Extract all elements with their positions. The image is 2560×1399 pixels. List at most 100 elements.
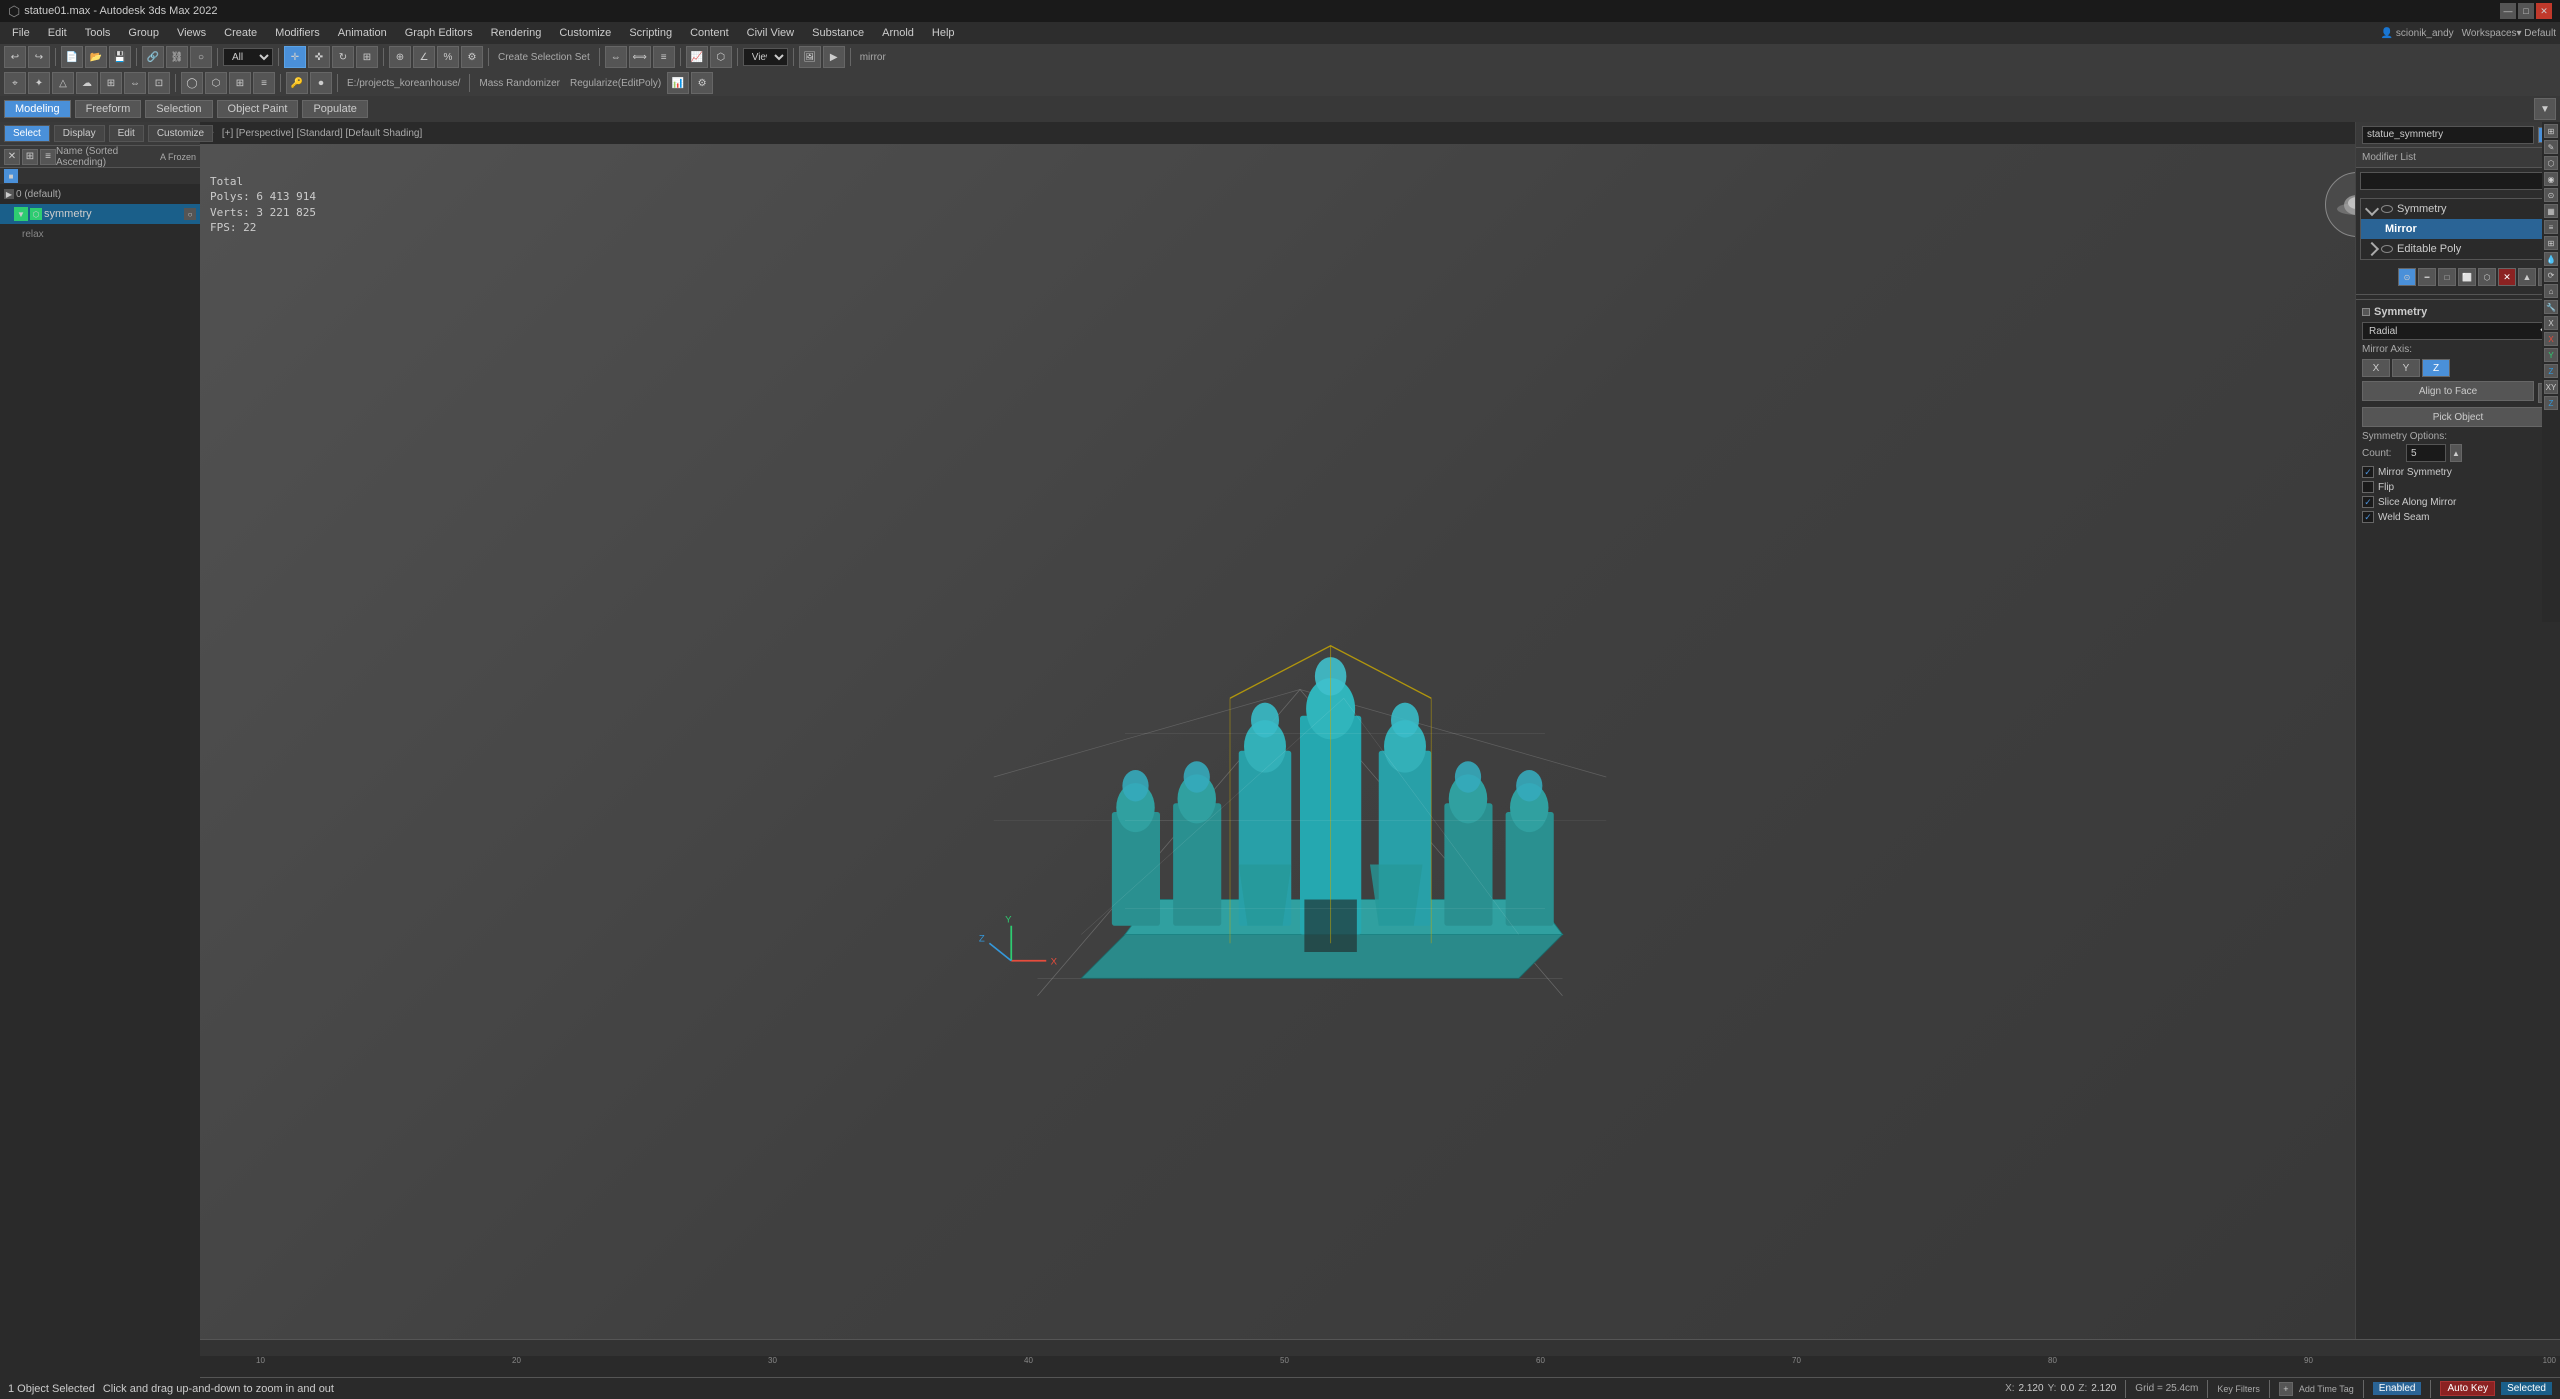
layer-btn[interactable]: ≡: [653, 46, 675, 68]
schematic-btn[interactable]: ⬡: [710, 46, 732, 68]
menu-substance[interactable]: Substance: [804, 25, 872, 41]
settings-btn[interactable]: ⚙: [691, 72, 713, 94]
align-obj-btn[interactable]: ⊡: [148, 72, 170, 94]
display-float-btn[interactable]: ⊞: [229, 72, 251, 94]
constraint-btn[interactable]: △: [52, 72, 74, 94]
object-name-input[interactable]: [2362, 126, 2534, 144]
tree-item-symmetry[interactable]: ▼ ⬡ symmetry ○: [0, 204, 200, 224]
right-icon-15[interactable]: Y: [2544, 348, 2558, 362]
right-icon-12[interactable]: 🔧: [2544, 300, 2558, 314]
tab-populate[interactable]: Populate: [302, 100, 367, 118]
edge-mode-btn[interactable]: ━: [2418, 268, 2436, 286]
menu-modifiers[interactable]: Modifiers: [267, 25, 328, 41]
close-button[interactable]: ✕: [2536, 3, 2552, 19]
align-btn[interactable]: ⟺: [629, 46, 651, 68]
menu-rendering[interactable]: Rendering: [483, 25, 550, 41]
count-spinner-up[interactable]: ▲: [2450, 444, 2462, 462]
mirror-tool-btn[interactable]: ⇔: [605, 46, 627, 68]
axis-z-btn[interactable]: Z: [2422, 359, 2450, 377]
tab-edit[interactable]: Edit: [109, 125, 144, 142]
epoly-eye-icon[interactable]: [2381, 245, 2393, 253]
viewport[interactable]: + [+] [Perspective] [Standard] [Default …: [200, 122, 2400, 1339]
move-up-btn[interactable]: ▲: [2518, 268, 2536, 286]
curve-editor-btn[interactable]: 📈: [686, 46, 708, 68]
right-icon-6[interactable]: ▦: [2544, 204, 2558, 218]
layer-mgr-btn[interactable]: ≡: [253, 72, 275, 94]
right-icon-11[interactable]: ⌂: [2544, 284, 2558, 298]
menu-tools[interactable]: Tools: [77, 25, 119, 41]
menu-file[interactable]: File: [4, 25, 38, 41]
visibility-icon[interactable]: ○: [184, 208, 196, 220]
modifier-dropdown[interactable]: [2360, 172, 2556, 190]
timeline-bar[interactable]: [0, 1340, 2560, 1356]
right-icon-3[interactable]: ⬡: [2544, 156, 2558, 170]
menu-arnold[interactable]: Arnold: [874, 25, 922, 41]
menu-content[interactable]: Content: [682, 25, 737, 41]
right-icon-14[interactable]: X: [2544, 332, 2558, 346]
right-icon-17[interactable]: XY: [2544, 380, 2558, 394]
right-icon-18[interactable]: Z: [2544, 396, 2558, 410]
right-icon-5[interactable]: ⊙: [2544, 188, 2558, 202]
menu-edit[interactable]: Edit: [40, 25, 75, 41]
set-key-btn[interactable]: 🔑: [286, 72, 308, 94]
redo-btn[interactable]: ↪: [28, 46, 50, 68]
pick-object-btn[interactable]: Pick Object: [2362, 407, 2554, 427]
open-btn[interactable]: 📂: [85, 46, 107, 68]
flip-checkbox[interactable]: [2362, 481, 2374, 493]
poly-count-btn[interactable]: 📊: [667, 72, 689, 94]
tree-item-default[interactable]: ▶ 0 (default): [0, 184, 200, 204]
work-pivot-btn[interactable]: ✦: [28, 72, 50, 94]
tab-options-btn[interactable]: ▼: [2534, 98, 2556, 120]
right-icon-13[interactable]: X: [2544, 316, 2558, 330]
align-face-btn[interactable]: Align to Face: [2362, 381, 2534, 401]
quick-render-btn[interactable]: ▶: [823, 46, 845, 68]
right-icon-16[interactable]: Z: [2544, 364, 2558, 378]
tab-modeling[interactable]: Modeling: [4, 100, 71, 118]
spinner-snap-btn[interactable]: ⚙: [461, 46, 483, 68]
tree-search-btn[interactable]: ✕: [4, 149, 20, 165]
mod-entry-mirror[interactable]: Mirror: [2361, 219, 2555, 239]
viewport-canvas[interactable]: Total Polys: 6 413 914 Verts: 3 221 825 …: [200, 144, 2400, 1339]
bind-btn[interactable]: ○: [190, 46, 212, 68]
axis-y-btn[interactable]: Y: [2392, 359, 2420, 377]
right-icon-8[interactable]: ⊞: [2544, 236, 2558, 250]
weld-checkbox[interactable]: ✓: [2362, 511, 2374, 523]
axis-x-btn[interactable]: X: [2362, 359, 2390, 377]
select-btn[interactable]: ✛: [284, 46, 306, 68]
render-frame-btn[interactable]: 🖼: [799, 46, 821, 68]
tree-filter-btn[interactable]: ⊞: [22, 149, 38, 165]
menu-help[interactable]: Help: [924, 25, 963, 41]
maximize-button[interactable]: □: [2518, 3, 2534, 19]
undo-btn[interactable]: ↩: [4, 46, 26, 68]
element-mode-btn[interactable]: ⬡: [2478, 268, 2496, 286]
iso-btn[interactable]: ⬡: [205, 72, 227, 94]
right-icon-1[interactable]: ⊞: [2544, 124, 2558, 138]
auto-key-btn[interactable]: ⏺: [310, 72, 332, 94]
right-icon-2[interactable]: ✎: [2544, 140, 2558, 154]
symmetry-eye-icon[interactable]: [2381, 205, 2393, 213]
tree-item-relax[interactable]: relax: [0, 224, 200, 244]
vertex-mode-btn[interactable]: ⊙: [2398, 268, 2416, 286]
mirror-sym-checkbox[interactable]: ✓: [2362, 466, 2374, 478]
view-dropdown[interactable]: View: [743, 48, 788, 66]
title-bar-controls[interactable]: — □ ✕: [2500, 3, 2552, 19]
menu-scripting[interactable]: Scripting: [621, 25, 680, 41]
menu-animation[interactable]: Animation: [330, 25, 395, 41]
mod-entry-symmetry[interactable]: Symmetry: [2361, 199, 2555, 219]
scale-btn[interactable]: ⊞: [356, 46, 378, 68]
rotate-btn[interactable]: ↻: [332, 46, 354, 68]
new-btn[interactable]: 📄: [61, 46, 83, 68]
sym-collapse-icon[interactable]: [2362, 308, 2370, 316]
delete-mod-btn[interactable]: ✕: [2498, 268, 2516, 286]
menu-civil-view[interactable]: Civil View: [739, 25, 802, 41]
count-input[interactable]: [2406, 444, 2446, 462]
menu-group[interactable]: Group: [120, 25, 167, 41]
tab-freeform[interactable]: Freeform: [75, 100, 142, 118]
tab-display[interactable]: Display: [54, 125, 105, 142]
snaps-btn[interactable]: ⌖: [4, 72, 26, 94]
percent-snap-btn[interactable]: %: [437, 46, 459, 68]
selection-filter-dropdown[interactable]: All: [223, 48, 273, 66]
menu-customize[interactable]: Customize: [551, 25, 619, 41]
menu-graph-editors[interactable]: Graph Editors: [397, 25, 481, 41]
unlink-btn[interactable]: ⛓: [166, 46, 188, 68]
